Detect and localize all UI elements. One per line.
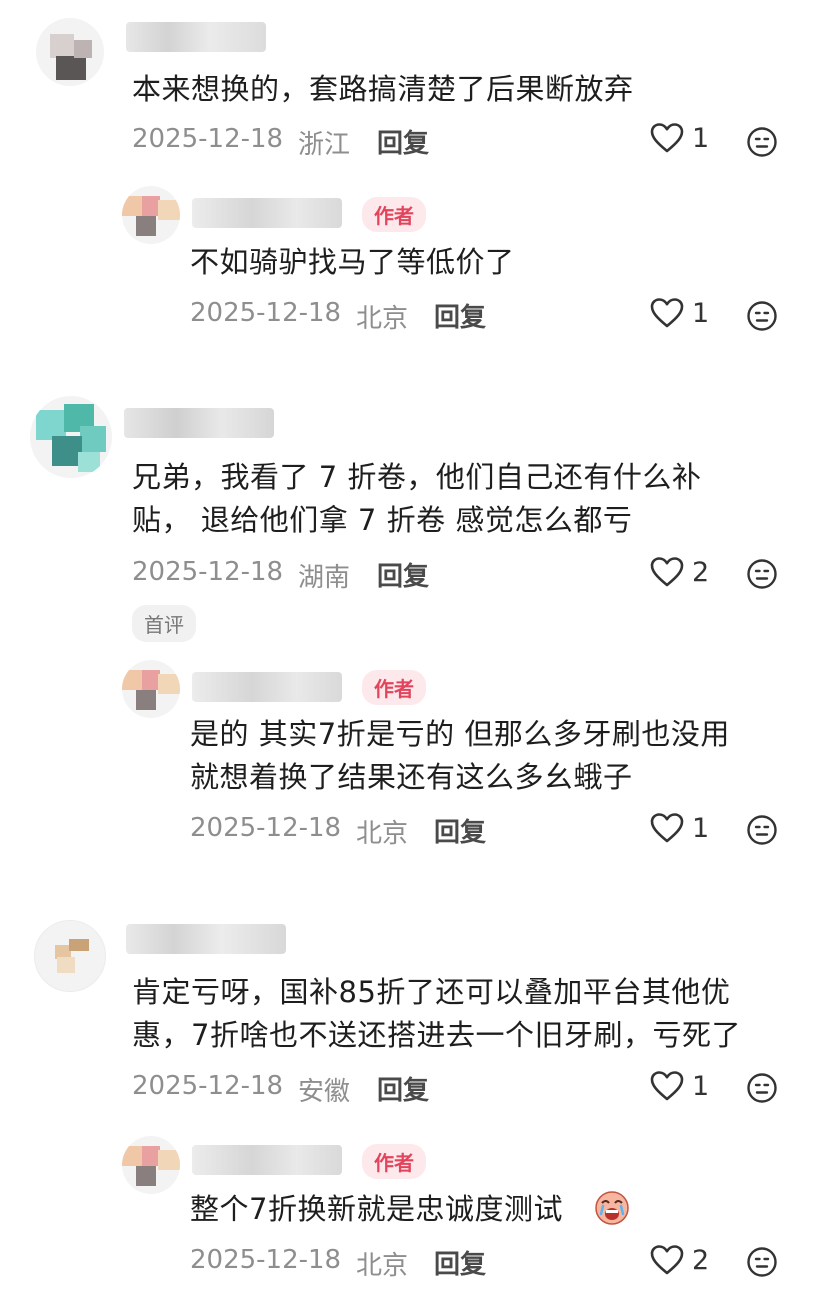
comment-text: 惠，7折啥也不送还搭进去一个旧牙刷，亏死了 [132,1018,741,1052]
like-button[interactable]: 2 [650,1244,709,1276]
username-blurred[interactable] [126,924,286,954]
neutral-face-icon[interactable] [746,558,778,590]
reply-text: 不如骑驴找马了等低价了 [190,245,515,279]
username-blurred[interactable] [126,22,266,52]
like-button[interactable]: 1 [650,122,709,154]
username-blurred[interactable] [124,408,274,438]
reply-date: 2025-12-18 [190,1245,342,1275]
username-blurred[interactable] [192,672,342,702]
neutral-face-icon[interactable] [746,1246,778,1278]
crying-face-emoji [595,1191,629,1225]
comment-text: 肯定亏呀，国补85折了还可以叠加平台其他优 [132,975,731,1009]
avatar[interactable] [122,1136,180,1194]
avatar[interactable] [36,18,104,86]
reply-button[interactable]: 回复 [377,123,429,160]
comment-text: 贴， 退给他们拿 7 折卷 感觉怎么都亏 [132,503,633,537]
like-button[interactable]: 2 [650,556,709,588]
reply-text: 是的 其实7折是亏的 但那么多牙刷也没用 [190,717,730,751]
comment-text: 兄弟，我看了 7 折卷，他们自己还有什么补 [132,460,702,494]
heart-outline-icon [650,298,684,328]
comment-date: 2025-12-18 [132,124,284,154]
comment-date: 2025-12-18 [132,1071,284,1101]
reply-date: 2025-12-18 [190,298,342,328]
reply-text: 整个7折换新就是忠诚度测试 [190,1192,563,1226]
comment-date: 2025-12-18 [132,557,284,587]
like-count: 1 [692,122,710,154]
like-count: 2 [692,1244,710,1276]
username-blurred[interactable] [192,198,342,228]
heart-outline-icon [650,123,684,153]
author-badge: 作者 [362,1144,426,1179]
reply-button[interactable]: 回复 [377,1070,429,1107]
avatar[interactable] [122,186,180,244]
first-comment-tag: 首评 [132,605,196,642]
reply-location: 北京 [356,1251,409,1281]
reply-button[interactable]: 回复 [377,556,429,593]
like-button[interactable]: 1 [650,812,709,844]
reply-location: 北京 [356,819,409,849]
comment-location: 浙江 [298,130,351,160]
reply-text: 就想着换了结果还有这么多幺蛾子 [190,760,633,794]
comment-text: 本来想换的，套路搞清楚了后果断放弃 [132,72,634,106]
reply-date: 2025-12-18 [190,813,342,843]
reply-button[interactable]: 回复 [434,812,486,849]
avatar[interactable] [34,920,106,992]
comment-location: 安徽 [298,1077,351,1107]
avatar[interactable] [122,660,180,718]
like-count: 1 [692,812,710,844]
heart-outline-icon [650,1245,684,1275]
username-blurred[interactable] [192,1145,342,1175]
author-badge: 作者 [362,197,426,232]
like-button[interactable]: 1 [650,1070,709,1102]
heart-outline-icon [650,1071,684,1101]
heart-outline-icon [650,557,684,587]
neutral-face-icon[interactable] [746,300,778,332]
heart-outline-icon [650,813,684,843]
reply-location: 北京 [356,304,409,334]
like-count: 1 [692,1070,710,1102]
like-button[interactable]: 1 [650,297,709,329]
comment-location: 湖南 [298,563,351,593]
avatar[interactable] [30,396,112,478]
reply-button[interactable]: 回复 [434,1244,486,1281]
like-count: 1 [692,297,710,329]
author-badge: 作者 [362,670,426,705]
like-count: 2 [692,556,710,588]
neutral-face-icon[interactable] [746,1072,778,1104]
reply-button[interactable]: 回复 [434,297,486,334]
neutral-face-icon[interactable] [746,814,778,846]
neutral-face-icon[interactable] [746,126,778,158]
